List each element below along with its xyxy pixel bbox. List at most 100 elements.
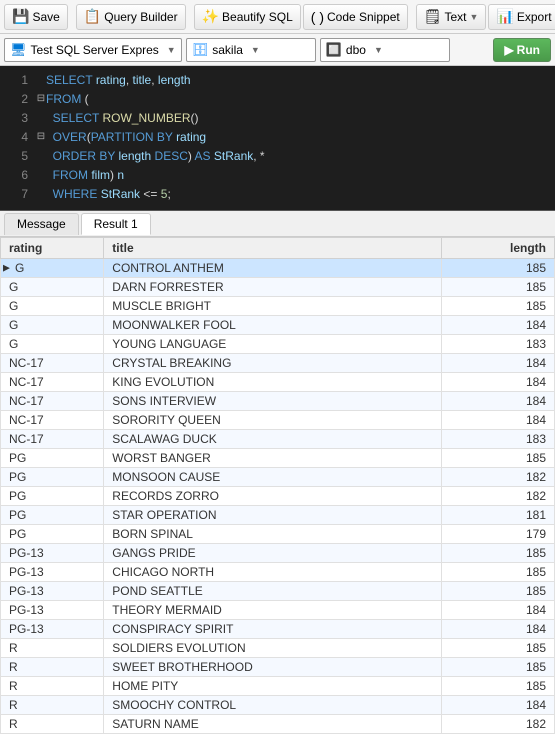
server-selector[interactable]: 🖥 Test SQL Server Expres ▼	[4, 38, 182, 62]
save-label: Save	[32, 10, 59, 24]
table-row[interactable]: PG-13THEORY MERMAID184	[1, 601, 555, 620]
table-row[interactable]: PGRECORDS ZORRO182	[1, 487, 555, 506]
cell-title: CHICAGO NORTH	[104, 563, 442, 582]
cell-title: SWEET BROTHERHOOD	[104, 658, 442, 677]
database-dropdown-arrow: ▼	[251, 45, 260, 55]
table-row[interactable]: PGWORST BANGER185	[1, 449, 555, 468]
cell-length: 182	[442, 487, 555, 506]
cell-title: SONS INTERVIEW	[104, 392, 442, 411]
table-row[interactable]: NC-17KING EVOLUTION184	[1, 373, 555, 392]
code-snippet-icon: ( )	[311, 9, 324, 25]
table-row[interactable]: ▶GCONTROL ANTHEM185	[1, 259, 555, 278]
cell-length: 184	[442, 354, 555, 373]
table-row[interactable]: PG-13CONSPIRACY SPIRIT184	[1, 620, 555, 639]
cell-length: 181	[442, 506, 555, 525]
sql-line-content-1: SELECT rating, title, length	[46, 73, 551, 87]
table-row[interactable]: PGBORN SPINAL179	[1, 525, 555, 544]
sql-editor[interactable]: 1 SELECT rating, title, length 2 ⊟ FROM …	[0, 66, 555, 211]
table-row[interactable]: RSATURN NAME182	[1, 715, 555, 734]
text-button[interactable]: 🗒 Text ▼	[416, 4, 487, 30]
sql-line-3: 3 SELECT ROW_NUMBER()	[0, 108, 555, 127]
cell-length: 182	[442, 715, 555, 734]
schema-label: dbo	[346, 43, 366, 57]
cell-title: MUSCLE BRIGHT	[104, 297, 442, 316]
cell-length: 179	[442, 525, 555, 544]
cell-length: 185	[442, 658, 555, 677]
schema-selector[interactable]: 🔲 dbo ▼	[320, 38, 450, 62]
cell-title: RECORDS ZORRO	[104, 487, 442, 506]
table-row[interactable]: RSOLDIERS EVOLUTION185	[1, 639, 555, 658]
cell-title: KING EVOLUTION	[104, 373, 442, 392]
results-thead: rating title length	[1, 238, 555, 259]
tab-result1[interactable]: Result 1	[81, 213, 151, 235]
server-icon: 🖥	[10, 42, 27, 58]
sql-line-5: 5 ORDER BY length DESC) AS StRank, *	[0, 146, 555, 165]
table-row[interactable]: NC-17SCALAWAG DUCK183	[1, 430, 555, 449]
cell-title: BORN SPINAL	[104, 525, 442, 544]
table-row[interactable]: RHOME PITY185	[1, 677, 555, 696]
table-row[interactable]: NC-17CRYSTAL BREAKING184	[1, 354, 555, 373]
table-row[interactable]: PGMONSOON CAUSE182	[1, 468, 555, 487]
export-icon: 📊	[496, 8, 513, 25]
export-result-button[interactable]: 📊 Export Result	[488, 4, 555, 30]
tab-result1-label: Result 1	[94, 217, 138, 231]
cell-title: THEORY MERMAID	[104, 601, 442, 620]
cell-length: 183	[442, 430, 555, 449]
cell-title: HOME PITY	[104, 677, 442, 696]
cell-length: 185	[442, 297, 555, 316]
cell-rating: PG-13	[1, 544, 104, 563]
query-builder-label: Query Builder	[104, 10, 177, 24]
cell-rating: PG-13	[1, 582, 104, 601]
cell-rating: NC-17	[1, 354, 104, 373]
sql-line-content-3: SELECT ROW_NUMBER()	[46, 111, 551, 125]
table-row[interactable]: GMUSCLE BRIGHT185	[1, 297, 555, 316]
cell-length: 182	[442, 468, 555, 487]
code-snippet-button[interactable]: ( ) Code Snippet	[303, 4, 408, 30]
sql-line-content-2: FROM (	[46, 92, 551, 106]
sql-line-content-5: ORDER BY length DESC) AS StRank, *	[46, 149, 551, 163]
cell-rating: PG-13	[1, 620, 104, 639]
cell-rating: R	[1, 677, 104, 696]
results-table: rating title length ▶GCONTROL ANTHEM185G…	[0, 237, 555, 734]
table-row[interactable]: PG-13POND SEATTLE185	[1, 582, 555, 601]
beautify-sql-button[interactable]: ✨ Beautify SQL	[194, 4, 301, 30]
cell-length: 184	[442, 620, 555, 639]
table-row[interactable]: RSWEET BROTHERHOOD185	[1, 658, 555, 677]
cell-length: 184	[442, 373, 555, 392]
save-button[interactable]: 💾 Save	[4, 4, 68, 30]
table-row[interactable]: GMOONWALKER FOOL184	[1, 316, 555, 335]
server-dropdown-arrow: ▼	[167, 45, 176, 55]
sql-line-1: 1 SELECT rating, title, length	[0, 70, 555, 89]
table-row[interactable]: PGSTAR OPERATION181	[1, 506, 555, 525]
table-row[interactable]: NC-17SONS INTERVIEW184	[1, 392, 555, 411]
sql-line-2: 2 ⊟ FROM (	[0, 89, 555, 108]
table-row[interactable]: PG-13GANGS PRIDE185	[1, 544, 555, 563]
table-row[interactable]: RSMOOCHY CONTROL184	[1, 696, 555, 715]
query-builder-icon: 📋	[84, 8, 101, 25]
line-num-3: 3	[4, 111, 28, 125]
table-row[interactable]: NC-17SORORITY QUEEN184	[1, 411, 555, 430]
cell-rating: NC-17	[1, 373, 104, 392]
cell-rating: PG-13	[1, 563, 104, 582]
cell-rating: R	[1, 715, 104, 734]
cell-rating: G	[1, 297, 104, 316]
database-selector[interactable]: 🗄 sakila ▼	[186, 38, 316, 62]
line-num-2: 2	[4, 92, 28, 106]
tab-message[interactable]: Message	[4, 213, 79, 235]
sql-line-content-4: OVER(PARTITION BY rating	[46, 130, 551, 144]
cell-title: SORORITY QUEEN	[104, 411, 442, 430]
table-row[interactable]: GYOUNG LANGUAGE183	[1, 335, 555, 354]
cell-title: STAR OPERATION	[104, 506, 442, 525]
results-area[interactable]: rating title length ▶GCONTROL ANTHEM185G…	[0, 237, 555, 736]
cell-title: SATURN NAME	[104, 715, 442, 734]
table-row[interactable]: PG-13CHICAGO NORTH185	[1, 563, 555, 582]
line-num-1: 1	[4, 73, 28, 87]
code-snippet-label: Code Snippet	[327, 10, 400, 24]
table-row[interactable]: GDARN FORRESTER185	[1, 278, 555, 297]
schema-dropdown-arrow: ▼	[374, 45, 383, 55]
run-button[interactable]: ▶ Run	[493, 38, 551, 62]
query-builder-button[interactable]: 📋 Query Builder	[76, 4, 186, 30]
line-ind-4: ⊟	[36, 131, 46, 142]
cell-title: CONSPIRACY SPIRIT	[104, 620, 442, 639]
cell-title: MONSOON CAUSE	[104, 468, 442, 487]
